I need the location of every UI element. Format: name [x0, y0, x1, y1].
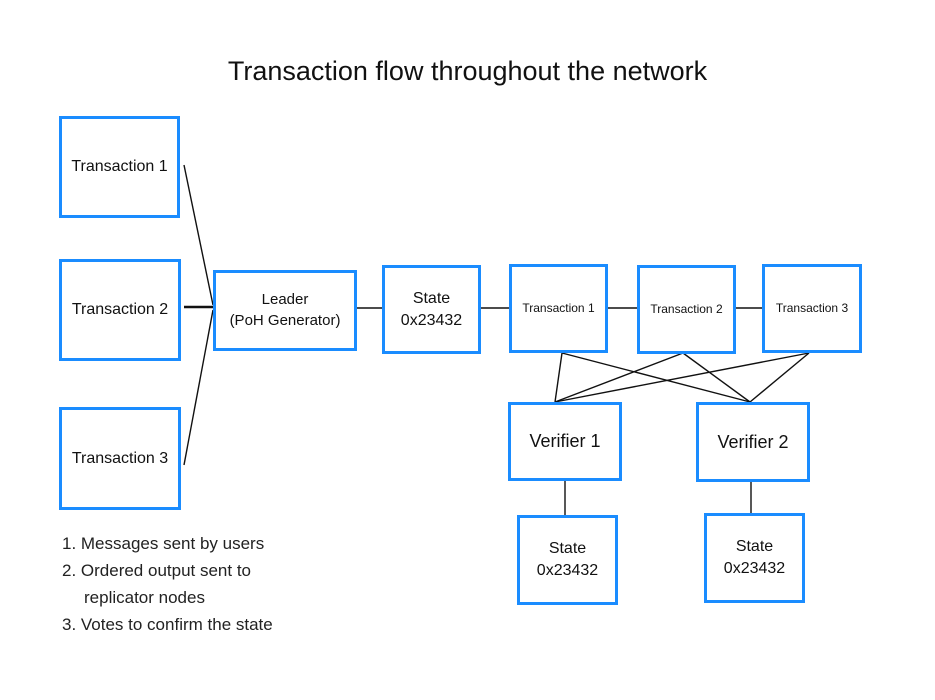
connector-chain1-verifier1 — [554, 352, 563, 403]
state-title: State — [412, 289, 451, 307]
chain-transaction-3-label: Transaction 3 — [775, 301, 849, 316]
input-transaction-2-label: Transaction 2 — [71, 301, 169, 319]
verifier-2-state: State 0x23432 — [704, 513, 805, 603]
connector-tx1-leader — [183, 164, 214, 306]
verifier-1: Verifier 1 — [508, 402, 622, 481]
note-2: 2. Ordered output sent to — [62, 561, 252, 580]
connector-chain3-verifier1 — [554, 352, 810, 403]
input-transaction-3-label: Transaction 3 — [71, 449, 169, 467]
input-transaction-2: Transaction 2 — [59, 259, 181, 361]
connector-chain2-verifier1 — [554, 352, 684, 403]
verifier-1-state-hash: 0x23432 — [536, 562, 599, 579]
chain-transaction-1-label: Transaction 1 — [522, 301, 595, 316]
verifier-1-state-title: State — [548, 540, 587, 558]
note-1: 1. Messages sent by users — [62, 534, 265, 553]
verifier-1-label: Verifier 1 — [529, 431, 601, 452]
leader-title: Leader — [261, 291, 309, 309]
chain-transaction-1: Transaction 1 — [509, 264, 608, 353]
leader-subtitle: (PoH Generator) — [229, 311, 341, 329]
leader-node: Leader (PoH Generator) — [213, 270, 357, 351]
note-3: 3. Votes to confirm the state — [62, 615, 273, 634]
chain-transaction-2-label: Transaction 2 — [650, 302, 723, 317]
state-node: State 0x23432 — [382, 265, 481, 354]
verifier-1-state: State 0x23432 — [517, 515, 618, 605]
verifier-2-state-title: State — [735, 538, 774, 556]
input-transaction-1-label: Transaction 1 — [71, 158, 168, 176]
connector-chain3-verifier2 — [749, 352, 810, 403]
verifier-2-state-hash: 0x23432 — [723, 560, 786, 577]
note-2-continued: replicator nodes — [84, 588, 205, 607]
chain-transaction-3: Transaction 3 — [762, 264, 862, 353]
state-hash: 0x23432 — [400, 311, 463, 329]
verifier-2: Verifier 2 — [696, 402, 810, 482]
connector-chain2-verifier2 — [682, 352, 751, 403]
legend-notes: 1. Messages sent by users 2. Ordered out… — [62, 530, 273, 638]
connector-tx3-leader — [183, 309, 214, 466]
input-transaction-1: Transaction 1 — [59, 116, 180, 218]
verifier-2-label: Verifier 2 — [717, 431, 789, 452]
chain-transaction-2: Transaction 2 — [637, 265, 736, 354]
input-transaction-3: Transaction 3 — [59, 407, 181, 510]
